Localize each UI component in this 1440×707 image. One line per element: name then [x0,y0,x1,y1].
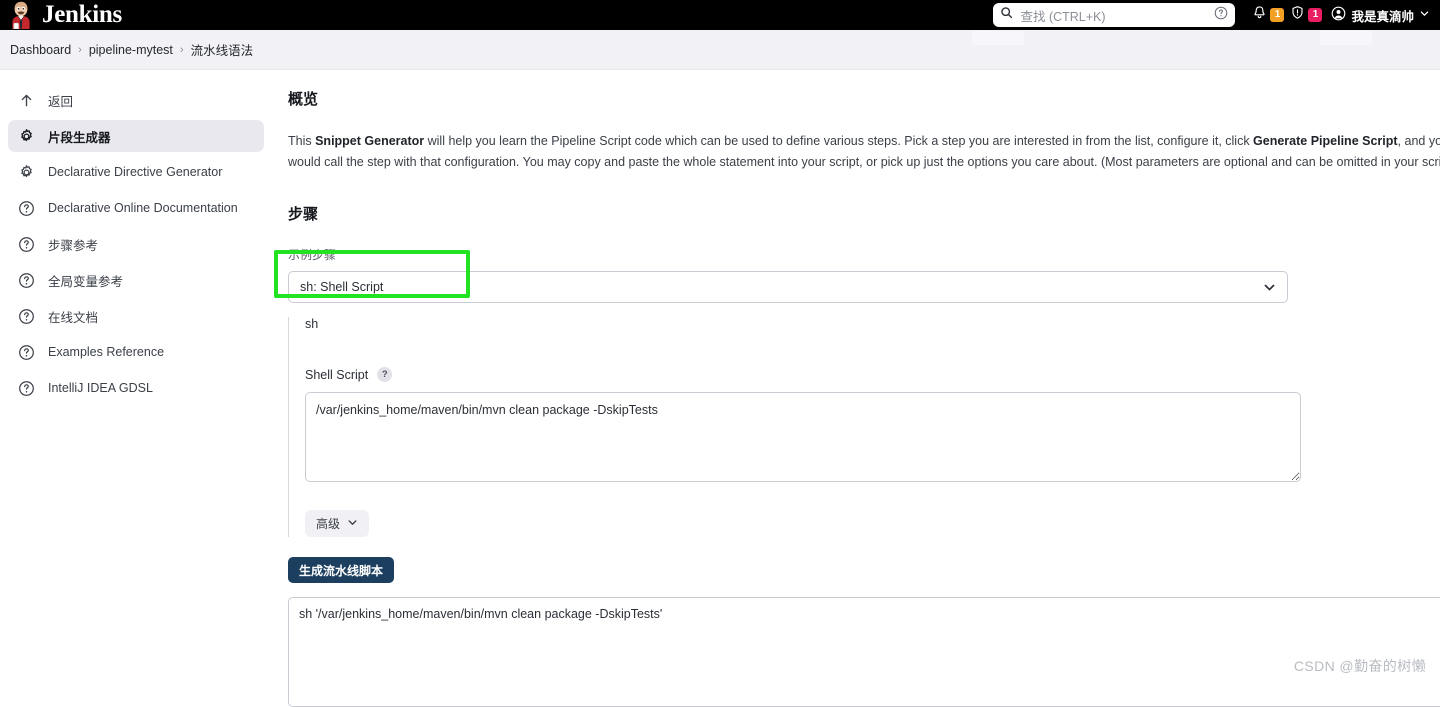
breadcrumb-separator: › [179,43,184,56]
overview-paragraph: This Snippet Generator will help you lea… [288,131,1440,173]
notification-count-badge: 1 [1270,8,1285,22]
sidebar-item-label: 步骤参考 [48,238,99,253]
overview-bold-generate-pipeline-script: Generate Pipeline Script [1253,134,1398,148]
breadcrumb: Dashboard › pipeline-mytest › 流水线语法 [0,30,1440,70]
user-menu-button[interactable]: 我是真滴帅 [1325,0,1434,30]
header-actions: 查找 (CTRL+K) 1 1 我是真滴帅 [993,0,1434,30]
chevron-down-icon [1419,8,1430,22]
sidebar-item-label: 片段生成器 [48,130,111,145]
question-circle-icon[interactable] [1214,6,1228,25]
shell-script-input[interactable] [305,392,1301,482]
jenkins-butler-logo-icon [8,1,34,29]
sidebar-item-snippet-generator[interactable]: 片段生成器 [8,120,264,152]
overview-text-2: will help you learn the Pipeline Script … [424,134,1254,148]
step-block-title: sh [305,317,319,331]
sidebar-item-label: 返回 [48,94,74,109]
notifications-button[interactable]: 1 [1249,0,1287,30]
help-circle-icon [18,344,35,361]
sample-step-selected-value: sh: Shell Script [300,280,384,294]
sidebar-item-declarative-online-documentation[interactable]: Declarative Online Documentation [8,192,264,224]
overview-bold-snippet-generator: Snippet Generator [315,134,425,148]
brand-title: Jenkins [42,1,122,28]
sidebar-item-label: Examples Reference [48,345,165,359]
breadcrumb-item-pipeline-mytest[interactable]: pipeline-mytest [89,43,173,57]
security-button[interactable]: 1 [1287,0,1325,30]
help-circle-icon [18,308,35,325]
sidebar-item-declarative-directive-generator[interactable]: Declarative Directive Generator [8,156,264,188]
help-circle-icon [18,236,35,253]
breadcrumb-item-dashboard[interactable]: Dashboard [10,43,71,57]
generate-pipeline-script-button[interactable]: 生成流水线脚本 [288,557,395,583]
sidebar-item-global-variable-reference[interactable]: 全局变量参考 [8,264,264,296]
help-circle-icon [18,380,35,397]
generated-script-output[interactable] [288,597,1440,707]
main-content: 概览 This Snippet Generator will help you … [272,70,1440,707]
shell-script-label-row: Shell Script ? [305,367,1318,382]
sidebar-item-label: Declarative Online Documentation [48,201,238,215]
sidebar-item-label: 在线文档 [48,310,99,325]
advanced-toggle-button[interactable]: 高级 [305,510,370,537]
gear-icon [18,164,35,181]
search-icon [1000,6,1013,24]
page-title: 概览 [288,91,319,108]
sidebar-item-online-documentation[interactable]: 在线文档 [8,300,264,332]
sidebar-item-steps-reference[interactable]: 步骤参考 [8,228,264,260]
step-form-block: sh Shell Script ? 高级 [288,317,1318,537]
sidebar-item-examples-reference[interactable]: Examples Reference [8,336,264,368]
sidebar-item-intellij-idea-gdsl[interactable]: IntelliJ IDEA GDSL [8,372,264,404]
shield-exclamation-icon [1290,5,1305,25]
app-header: Jenkins 查找 (CTRL+K) 1 1 我是真滴帅 [0,0,1440,30]
sidebar-item-label: IntelliJ IDEA GDSL [48,381,153,395]
advanced-label: 高级 [316,517,341,531]
help-circle-icon [18,272,35,289]
sidebar-item-label: 全局变量参考 [48,274,124,289]
sample-step-select-row: sh: Shell Script [274,250,1288,303]
help-circle-icon [18,200,35,217]
sidebar-item-back[interactable]: 返回 [8,84,264,116]
breadcrumb-separator: › [78,43,82,56]
overview-text-1: This [288,134,316,148]
arrow-up-icon [18,92,35,109]
gear-icon [18,128,35,145]
user-circle-icon [1331,6,1346,24]
shell-script-label: Shell Script [305,367,369,382]
user-name: 我是真滴帅 [1351,9,1414,24]
sample-step-label: 示例步骤 [288,248,337,262]
page-body: 返回 片段生成器 Declarative Directive Generator [0,70,1440,707]
sidebar-item-label: Declarative Directive Generator [48,165,223,179]
search-box[interactable]: 查找 (CTRL+K) [993,3,1236,27]
bell-icon [1252,5,1267,25]
brand-link[interactable]: Jenkins [8,0,122,30]
chevron-down-icon [347,517,358,531]
watermark: CSDN @勤奋的树懒 [1293,658,1426,674]
question-mark-icon[interactable]: ? [377,367,393,382]
security-count-badge: 1 [1308,8,1323,22]
search-input[interactable]: 查找 (CTRL+K) [1020,6,1207,25]
breadcrumb-item-pipeline-syntax[interactable]: 流水线语法 [191,40,254,59]
sidebar: 返回 片段生成器 Declarative Directive Generator [0,70,272,685]
sample-step-select[interactable]: sh: Shell Script [288,271,1288,303]
steps-section-title: 步骤 [288,206,319,223]
